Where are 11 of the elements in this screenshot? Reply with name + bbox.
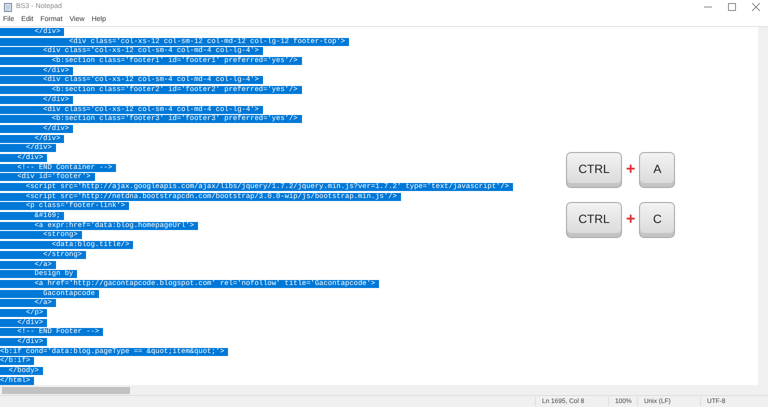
keyboard-key: CTRL — [566, 202, 622, 238]
plus-sign: + — [626, 160, 636, 180]
keyboard-key: C — [639, 202, 676, 238]
close-icon[interactable] — [752, 3, 760, 11]
horizontal-scrollbar[interactable] — [0, 385, 768, 395]
plus-sign: + — [626, 210, 636, 230]
keyboard-key: A — [639, 152, 676, 188]
notepad-icon — [4, 2, 12, 12]
vertical-scrollbar[interactable] — [758, 27, 768, 385]
keyboard-key: CTRL — [566, 152, 622, 188]
maximize-icon[interactable] — [728, 3, 736, 11]
